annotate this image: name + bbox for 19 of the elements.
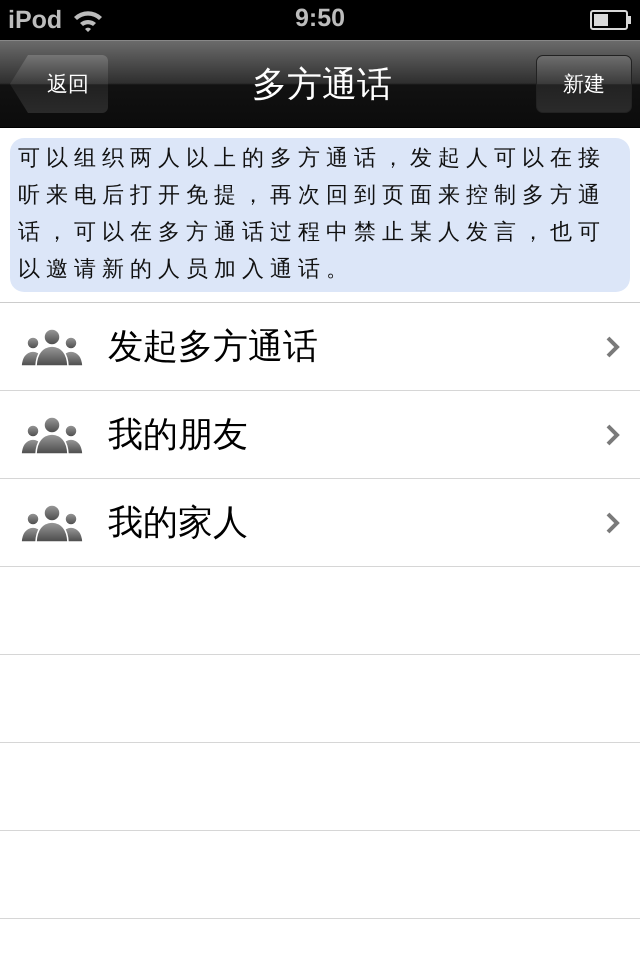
chevron-icon [606, 512, 620, 534]
menu-label: 我的家人 [108, 502, 249, 545]
menu-label: 我的朋友 [108, 414, 249, 457]
menu-row[interactable]: 发起多方通话 [0, 303, 640, 391]
chevron-icon [606, 336, 620, 358]
battery-icon [590, 10, 632, 30]
clock: 9:50 [294, 4, 346, 32]
menu-row[interactable]: 我的家人 [0, 479, 640, 567]
back-button[interactable]: 返回 [10, 55, 108, 113]
new-button[interactable]: 新建 [536, 55, 632, 113]
people-icon [20, 326, 84, 366]
people-icon [20, 414, 84, 454]
chevron-icon [606, 424, 620, 446]
people-icon [20, 502, 84, 542]
screen-title: 多方通话 [252, 64, 392, 106]
menu-label: 发起多方通话 [108, 326, 319, 369]
carrier-label: iPod [8, 6, 62, 34]
intro-text: 可以组织两人以上的多方通话，发起人可以在接听来电后打开免提，再次回到页面来控制多方通话，可以在多方通话过程中禁止某人发言，也可以邀请新的人员加入通话。 [10, 138, 630, 292]
menu-row[interactable]: 我的朋友 [0, 391, 640, 479]
